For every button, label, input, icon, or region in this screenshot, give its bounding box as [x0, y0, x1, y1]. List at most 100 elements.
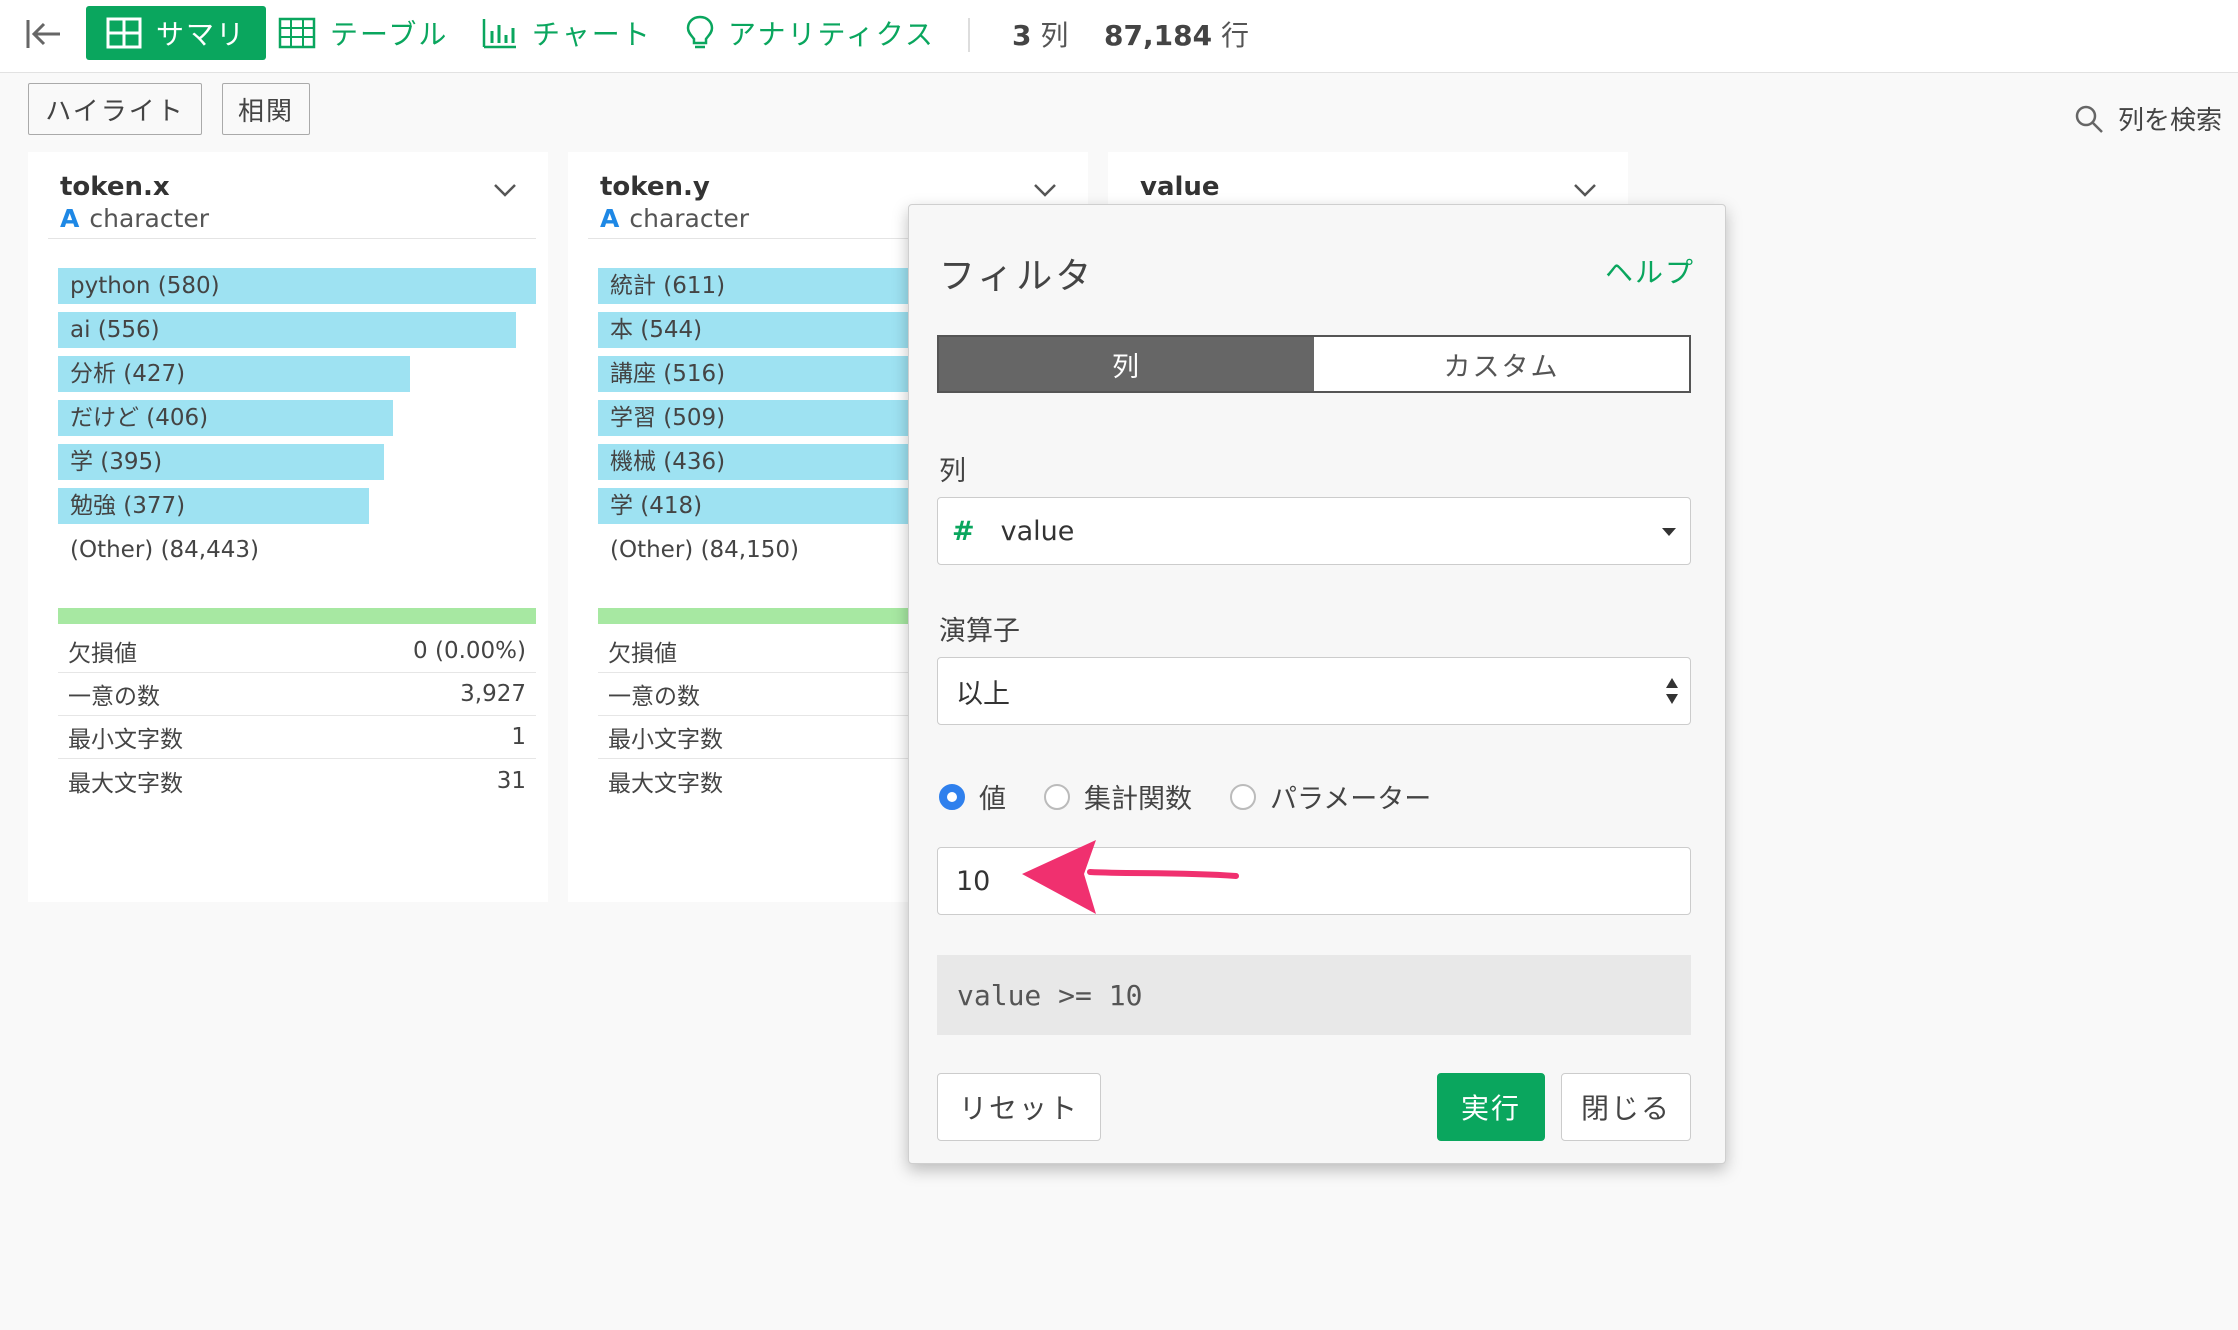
numeric-type-icon: #: [952, 515, 975, 547]
radio-unselected-icon: [1230, 783, 1256, 810]
stat-row: 欠損値 0 (0.00%): [58, 630, 536, 673]
filter-expression-preview: value >= 10: [937, 955, 1691, 1035]
caret-down-icon: [1662, 528, 1676, 536]
radio-selected-icon: [939, 783, 965, 810]
highlight-button[interactable]: ハイライト: [28, 83, 202, 135]
run-button[interactable]: 実行: [1437, 1073, 1545, 1141]
filter-mode-toggle: 列 カスタム: [937, 335, 1691, 393]
frequency-bar-label: 勉強 (377): [70, 493, 186, 519]
stat-value: 1: [511, 724, 526, 750]
text-type-icon: A: [600, 204, 620, 233]
card-divider: [48, 238, 536, 239]
stat-label: 欠損値: [68, 641, 137, 667]
frequency-bar-label: 機械 (436): [610, 449, 726, 475]
collapse-left-icon[interactable]: [24, 14, 64, 54]
stat-value: 0 (0.00%): [413, 638, 526, 664]
tab-analytics-label: アナリティクス: [728, 18, 935, 51]
stat-label: 最大文字数: [608, 770, 723, 797]
row-count-unit: 行: [1220, 19, 1249, 52]
grid-icon: [106, 17, 142, 49]
row-count: 87,184 行: [1104, 14, 1249, 54]
tab-summary[interactable]: サマリ: [86, 6, 267, 60]
frequency-bar-row[interactable]: ai (556): [58, 312, 536, 348]
stat-row: 一意の数 3,927: [58, 673, 536, 716]
table-icon: [278, 17, 316, 49]
tab-column-mode[interactable]: 列: [939, 337, 1314, 391]
frequency-bar-label: 学習 (509): [610, 405, 726, 431]
tab-table-label: テーブル: [330, 18, 449, 51]
stat-label: 最小文字数: [68, 727, 183, 753]
frequency-bar-row[interactable]: 学 (395): [58, 444, 536, 480]
frequency-bar-label: 学 (418): [610, 493, 703, 519]
chevron-down-icon[interactable]: [492, 182, 518, 198]
radio-aggregate[interactable]: 集計関数: [1044, 777, 1192, 816]
frequency-bar-row[interactable]: だけど (406): [58, 400, 536, 436]
frequency-bar-label: 学 (395): [70, 449, 163, 475]
stat-label: 最小文字数: [608, 727, 723, 753]
radio-unselected-icon: [1044, 783, 1070, 810]
filter-dialog: フィルタ ヘルプ 列 カスタム 列 # value 演算子 以上 値 集計関数 …: [908, 204, 1726, 1164]
help-link[interactable]: ヘルプ: [1605, 251, 1695, 291]
column-type-label: character: [89, 204, 210, 233]
frequency-bar-label: ai (556): [70, 317, 160, 343]
radio-aggregate-label: 集計関数: [1084, 784, 1192, 815]
bar-chart-icon: [482, 19, 516, 49]
operator-field-label: 演算子: [939, 616, 1020, 647]
frequency-bars: python (580) ai (556) 分析 (427) だけど (406)…: [58, 268, 536, 576]
text-type-icon: A: [60, 204, 80, 233]
stat-label: 一意の数: [68, 684, 160, 710]
tab-chart-label: チャート: [532, 18, 652, 51]
frequency-bar-label: 統計 (611): [610, 273, 726, 299]
correlation-button[interactable]: 相関: [222, 83, 310, 135]
reset-button[interactable]: リセット: [937, 1073, 1101, 1141]
tab-summary-label: サマリ: [156, 18, 247, 51]
column-count-unit: 列: [1040, 19, 1069, 52]
stat-label: 最大文字数: [68, 770, 183, 797]
frequency-bar-label: 分析 (427): [70, 361, 186, 387]
chevron-down-icon[interactable]: [1572, 182, 1598, 198]
frequency-other-label: (Other) (84,150): [610, 537, 799, 563]
top-toolbar: サマリ テーブル チャート アナリティクス 3 列 87,184 行: [0, 0, 2238, 73]
column-search-label: 列を検索: [2117, 106, 2222, 136]
tab-analytics[interactable]: アナリティクス: [686, 6, 935, 60]
stat-value: 31: [496, 767, 526, 794]
up-down-caret-icon: [1666, 678, 1678, 704]
column-name: value: [1140, 172, 1220, 202]
toolbar-divider: [968, 18, 970, 52]
operator-select[interactable]: 以上: [937, 657, 1691, 725]
column-name: token.x: [60, 172, 170, 202]
column-type: A character: [600, 204, 749, 233]
column-type-label: character: [629, 204, 750, 233]
frequency-bar-row[interactable]: 勉強 (377): [58, 488, 536, 524]
chevron-down-icon[interactable]: [1032, 182, 1058, 198]
column-count-value: 3: [1012, 19, 1032, 52]
stat-row: 最小文字数 1: [58, 716, 536, 759]
radio-value[interactable]: 値: [939, 777, 1006, 816]
radio-value-label: 値: [979, 784, 1006, 815]
frequency-other-label: (Other) (84,443): [70, 537, 259, 563]
tab-custom-mode[interactable]: カスタム: [1314, 337, 1689, 391]
stat-value: 3,927: [460, 681, 526, 707]
operator-select-value: 以上: [956, 678, 1010, 710]
column-card-token-x: token.x A character python (580) ai (556…: [28, 152, 548, 902]
column-search[interactable]: 列を検索: [2074, 100, 2222, 137]
frequency-bar-row[interactable]: 分析 (427): [58, 356, 536, 392]
column-select-value: value: [1000, 515, 1075, 547]
row-count-value: 87,184: [1104, 19, 1213, 52]
column-select[interactable]: # value: [937, 497, 1691, 565]
search-icon: [2075, 105, 2103, 133]
radio-parameter[interactable]: パラメーター: [1230, 777, 1431, 816]
frequency-bar-label: 講座 (516): [610, 361, 726, 387]
tab-table[interactable]: テーブル: [278, 6, 448, 60]
frequency-bar-label: python (580): [70, 273, 220, 299]
tab-chart[interactable]: チャート: [482, 6, 652, 60]
close-button[interactable]: 閉じる: [1561, 1073, 1691, 1141]
frequency-bar-label: 本 (544): [610, 317, 703, 343]
filter-dialog-title: フィルタ: [939, 256, 1095, 297]
frequency-bar-row[interactable]: python (580): [58, 268, 536, 304]
column-type: A character: [60, 204, 209, 233]
annotation-arrow-icon: [1022, 840, 1239, 914]
value-type-radio-group: 値 集計関数 パラメーター: [939, 777, 1469, 816]
stat-label: 一意の数: [608, 684, 700, 710]
lightbulb-icon: [686, 15, 714, 49]
